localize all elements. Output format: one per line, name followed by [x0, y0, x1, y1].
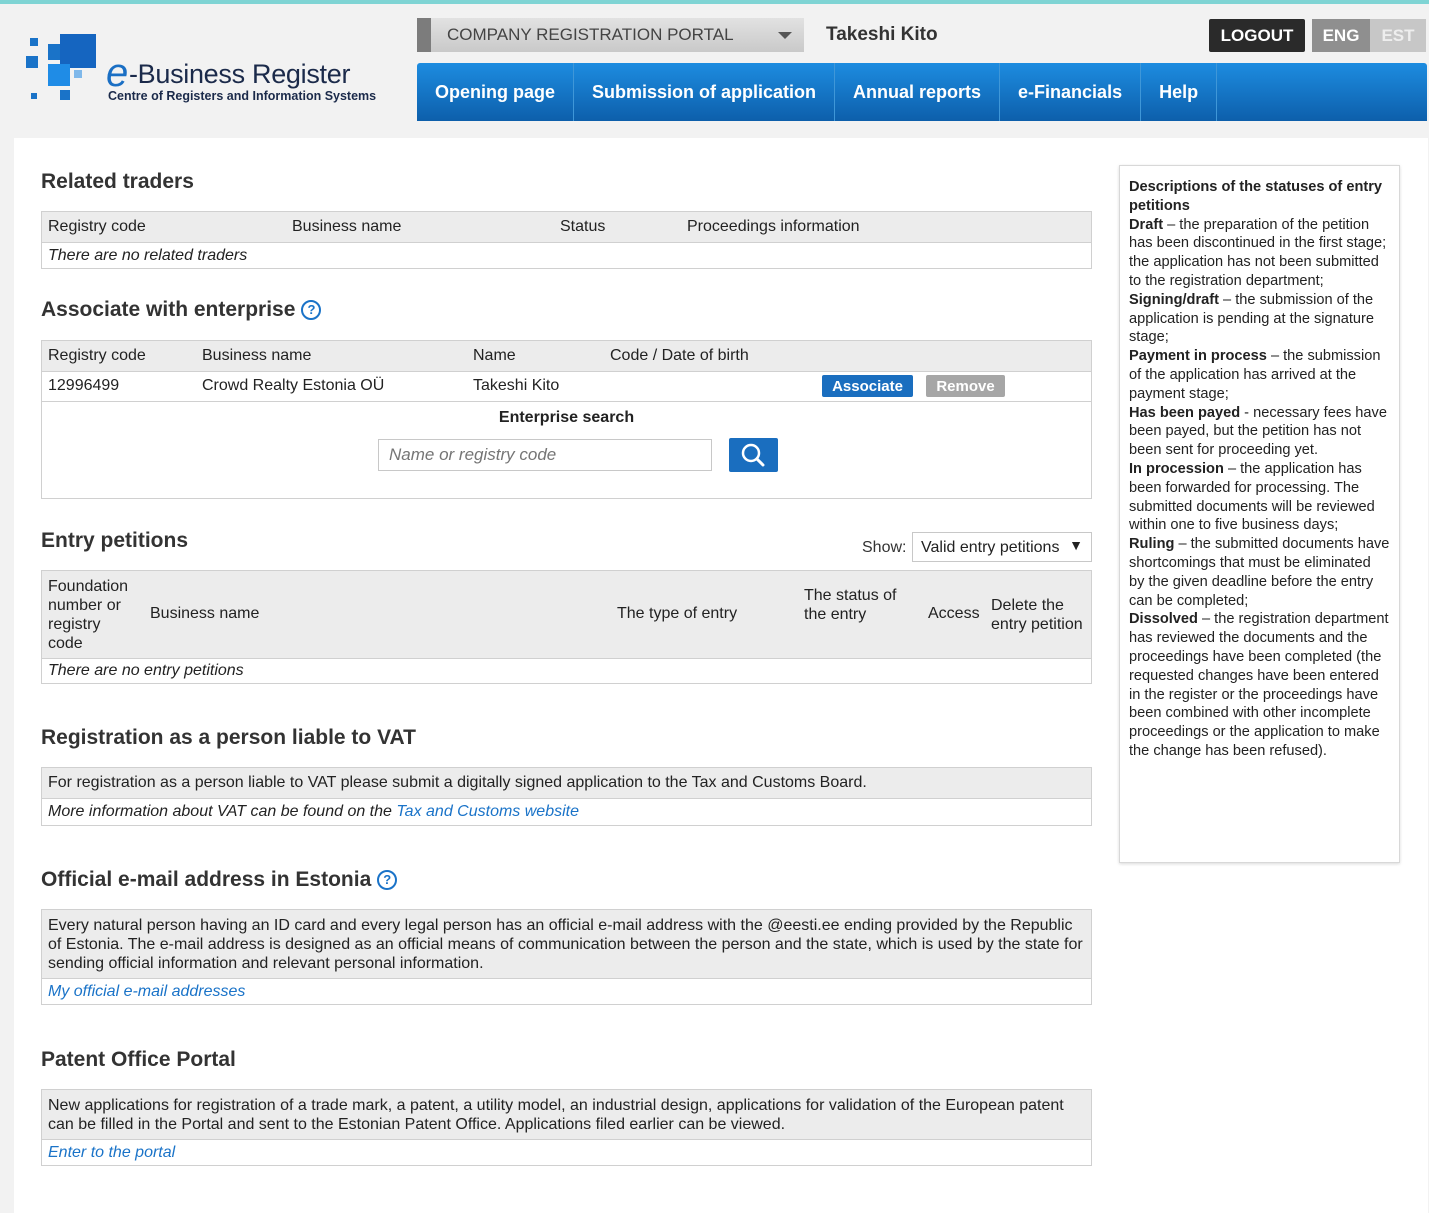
status-description: Draft – the preparation of the petition … [1129, 216, 1387, 289]
email-box: Every natural person having an ID card a… [41, 909, 1092, 1005]
status-description: Dissolved – the registration department … [1129, 611, 1389, 759]
enterprise-search-input[interactable] [378, 439, 712, 471]
status-description: In procession – the application has been… [1129, 460, 1375, 534]
logo-square [30, 38, 38, 46]
table-row: There are no related traders [42, 243, 1091, 269]
logo[interactable]: e-Business Register Centre of Registers … [26, 30, 416, 110]
empty-message: There are no related traders [48, 247, 248, 264]
vat-info: For registration as a person liable to V… [42, 768, 1091, 799]
status-description: Signing/draft – the submission of the ap… [1129, 291, 1375, 346]
show-label: Show: [862, 539, 907, 556]
vat-text: For registration as a person liable to V… [48, 774, 867, 791]
business-name: Crowd Realty Estonia OÜ [202, 377, 385, 394]
patent-text: New applications for registration of a t… [48, 1097, 1064, 1133]
my-email-addresses-link[interactable]: My official e-mail addresses [48, 983, 245, 1001]
remove-button[interactable]: Remove [926, 375, 1005, 397]
logo-square [60, 34, 96, 68]
related-traders-table: Registry code Business name Status Proce… [41, 211, 1092, 269]
user-name: Takeshi Kito [826, 24, 938, 45]
status-description: Ruling – the submitted documents have sh… [1129, 536, 1390, 609]
table-header: Registry code Business name Status Proce… [42, 212, 1091, 243]
caret-down-icon: ▼ [1069, 537, 1083, 553]
portal-select-value: COMPANY REGISTRATION PORTAL [447, 25, 734, 44]
column-header: Name [473, 347, 516, 364]
vat-more-text: More information about VAT can be found … [48, 803, 579, 821]
nav-submission-of-application[interactable]: Submission of application [574, 63, 836, 121]
column-header: Registry code [48, 218, 146, 235]
vat-title: Registration as a person liable to VAT [41, 726, 416, 749]
status-description: Payment in process – the submission of t… [1129, 348, 1381, 402]
column-header: Status [560, 218, 606, 235]
column-header: Business name [202, 347, 312, 364]
column-header: Delete the entry petition [991, 597, 1083, 633]
registry-code: 12996499 [48, 377, 120, 394]
email-link-row: My official e-mail addresses [42, 979, 1091, 1005]
show-filter-value: Valid entry petitions [921, 539, 1060, 556]
nav-e-financials[interactable]: e-Financials [1000, 63, 1142, 121]
nav-annual-reports[interactable]: Annual reports [835, 63, 1001, 121]
lang-est-button[interactable]: EST [1370, 19, 1426, 52]
column-header: Business name [150, 605, 260, 622]
show-filter-select[interactable]: Valid entry petitions ▼ [912, 532, 1092, 562]
email-info: Every natural person having an ID card a… [42, 910, 1091, 979]
status-descriptions: Descriptions of the statuses of entry pe… [1119, 165, 1400, 863]
table-header: Registry code Business name Name Code / … [42, 341, 1091, 372]
logo-square [26, 56, 38, 68]
column-header: Access [928, 605, 980, 622]
patent-box: New applications for registration of a t… [41, 1089, 1092, 1166]
main-nav: Opening page Submission of application A… [417, 63, 1427, 121]
patent-info: New applications for registration of a t… [42, 1090, 1091, 1140]
enter-portal-link[interactable]: Enter to the portal [48, 1144, 175, 1162]
vat-box: For registration as a person liable to V… [41, 767, 1092, 826]
top-accent-line [0, 0, 1429, 4]
lang-eng-button[interactable]: ENG [1312, 19, 1370, 52]
associate-title-text: Associate with enterprise [41, 298, 296, 321]
status-descriptions-title: Descriptions of the statuses of entry pe… [1129, 179, 1383, 214]
status-description: Has been payed - necessary fees have bee… [1129, 404, 1387, 459]
logo-subtitle: Centre of Registers and Information Syst… [108, 89, 377, 103]
empty-message: There are no entry petitions [48, 662, 244, 679]
logo-square [74, 70, 82, 78]
patent-link-row: Enter to the portal [42, 1140, 1091, 1166]
logo-square [48, 64, 70, 86]
column-header: Registry code [48, 347, 146, 364]
help-icon[interactable]: ? [301, 300, 322, 320]
column-header: The type of entry [617, 605, 738, 622]
column-header: Code / Date of birth [610, 347, 749, 364]
tax-customs-link[interactable]: Tax and Customs website [396, 803, 579, 820]
patent-title: Patent Office Portal [41, 1048, 236, 1071]
table-row: 12996499 Crowd Realty Estonia OÜ Takeshi… [42, 372, 1091, 402]
enterprise-search-title: Enterprise search [498, 409, 635, 426]
logo-title: e-Business Register [106, 51, 351, 95]
associate-title: Associate with enterprise? [41, 298, 322, 322]
portal-select[interactable]: COMPANY REGISTRATION PORTAL [417, 18, 804, 52]
column-header: Business name [292, 218, 402, 235]
table-header: Foundation number or registry code Busin… [42, 571, 1091, 659]
nav-help[interactable]: Help [1141, 63, 1218, 121]
entry-petitions-table: Foundation number or registry code Busin… [41, 570, 1092, 684]
logo-square [31, 93, 37, 99]
associate-button[interactable]: Associate [822, 375, 913, 397]
vat-more-row: More information about VAT can be found … [42, 799, 1091, 826]
search-button[interactable] [729, 438, 778, 472]
chevron-down-icon [778, 32, 792, 39]
logo-square [60, 90, 70, 100]
email-title-text: Official e-mail address in Estonia [41, 868, 372, 891]
email-text: Every natural person having an ID card a… [48, 917, 1083, 972]
nav-opening-page[interactable]: Opening page [417, 63, 575, 121]
help-icon[interactable]: ? [377, 870, 398, 890]
entry-petitions-title: Entry petitions [41, 529, 189, 552]
column-header: Foundation number or registry code [48, 578, 129, 652]
vat-more-prefix: More information about VAT can be found … [48, 803, 392, 820]
related-traders-title: Related traders [41, 170, 194, 193]
search-icon [741, 443, 765, 467]
column-header: Proceedings information [687, 218, 860, 235]
person-name: Takeshi Kito [473, 377, 560, 394]
logout-button[interactable]: LOGOUT [1209, 19, 1305, 52]
email-title: Official e-mail address in Estonia? [41, 868, 398, 892]
column-header: The status of the entry [804, 587, 897, 623]
table-row: There are no entry petitions [42, 659, 1091, 684]
associate-table: Registry code Business name Name Code / … [41, 340, 1092, 499]
enterprise-search: Enterprise search [42, 402, 1091, 498]
